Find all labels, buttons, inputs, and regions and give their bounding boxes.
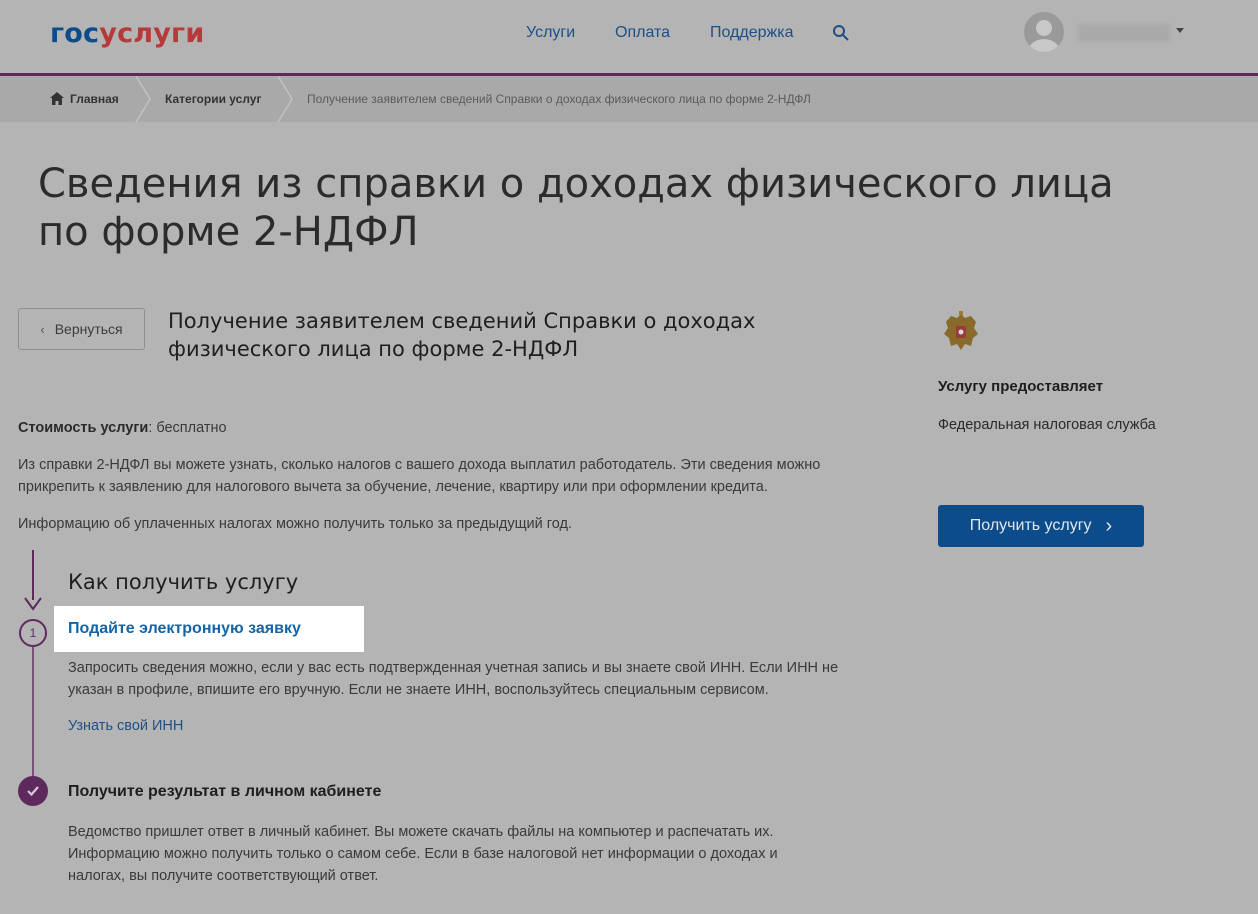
step-done-badge bbox=[18, 776, 48, 806]
step-number-badge: 1 bbox=[19, 619, 47, 647]
get-service-label: Получить услугу bbox=[969, 517, 1092, 534]
breadcrumb-separator bbox=[135, 76, 151, 122]
breadcrumb-categories[interactable]: Категории услуг bbox=[165, 92, 261, 106]
caret-down-icon[interactable] bbox=[1176, 28, 1184, 33]
how-to-get-title: Как получить услугу bbox=[68, 570, 299, 594]
user-name[interactable]: Ivanova T.V. bbox=[1078, 24, 1170, 42]
step-1-text: Запросить сведения можно, если у вас ест… bbox=[68, 660, 839, 698]
timeline-line bbox=[32, 550, 34, 600]
gosuslugi-logo[interactable]: госуслуги bbox=[50, 18, 204, 49]
get-service-button[interactable]: Получить услугу › bbox=[938, 505, 1144, 547]
step-2-text: Ведомство пришлет ответ в личный кабинет… bbox=[68, 824, 778, 884]
nav-support[interactable]: Поддержка bbox=[710, 24, 793, 42]
provider-label: Услугу предоставляет bbox=[938, 378, 1104, 395]
coat-of-arms-icon bbox=[944, 311, 978, 350]
chevron-right-icon: › bbox=[1105, 514, 1113, 537]
find-inn-link[interactable]: Узнать свой ИНН bbox=[68, 718, 183, 734]
arrow-down-icon bbox=[24, 597, 42, 611]
service-cost: Стоимость услуги: бесплатно bbox=[18, 417, 227, 439]
timeline-line bbox=[32, 647, 34, 777]
step-1-link[interactable]: Подайте электронную заявку bbox=[68, 620, 301, 638]
breadcrumb-current: Получение заявителем сведений Справки о … bbox=[307, 92, 811, 106]
user-silhouette-icon bbox=[1029, 20, 1059, 52]
page-title: Сведения из справки о доходах физическог… bbox=[38, 161, 1114, 255]
breadcrumb-home[interactable]: Главная bbox=[70, 92, 119, 106]
back-button-label: Вернуться bbox=[54, 321, 123, 337]
breadcrumb-separator bbox=[277, 76, 293, 122]
header: госуслуги Услуги Оплата Поддержка Ivanov… bbox=[0, 0, 1258, 74]
info-note: Информацию об уплаченных налогах можно п… bbox=[18, 516, 572, 532]
cost-value: : бесплатно bbox=[148, 420, 227, 436]
chevron-left-icon: ‹ bbox=[40, 321, 45, 337]
service-title: Получение заявителем сведений Справки о … bbox=[168, 309, 756, 361]
search-icon[interactable] bbox=[832, 24, 850, 42]
cost-label: Стоимость услуги bbox=[18, 420, 149, 436]
nav-payment[interactable]: Оплата bbox=[615, 24, 670, 42]
check-icon bbox=[27, 786, 39, 797]
nav-services[interactable]: Услуги bbox=[526, 24, 575, 42]
service-description: Из справки 2-НДФЛ вы можете узнать, скол… bbox=[18, 457, 821, 495]
provider-name: Федеральная налоговая служба bbox=[938, 417, 1156, 433]
back-button[interactable]: ‹ Вернуться bbox=[18, 308, 145, 350]
home-icon[interactable] bbox=[50, 92, 64, 105]
avatar[interactable] bbox=[1024, 12, 1064, 52]
step-2-title: Получите результат в личном кабинете bbox=[68, 783, 382, 800]
breadcrumb: Главная Категории услуг Получение заявит… bbox=[0, 76, 1258, 122]
